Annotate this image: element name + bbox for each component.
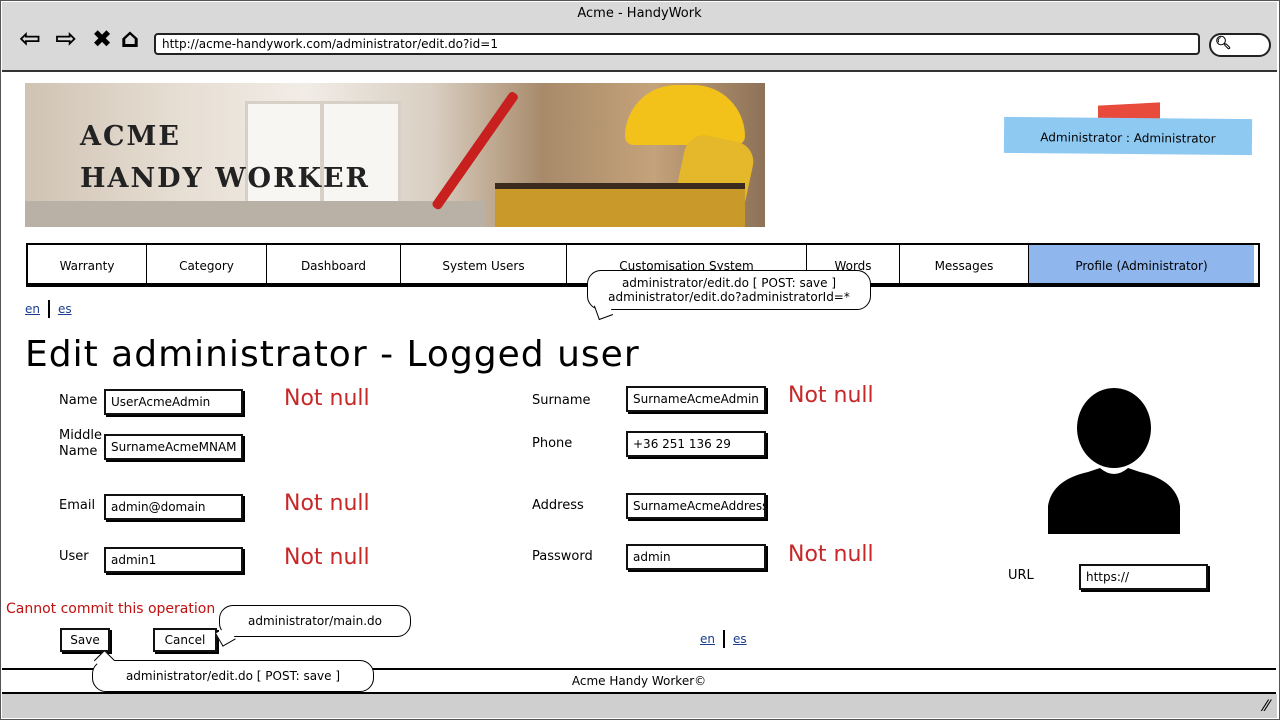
surname-label: Surname [532,393,591,408]
callout-save-note: administrator/edit.do [ POST: save ] [92,649,374,692]
window-title: Acme - HandyWork [577,6,702,21]
callout-cancel-note: administrator/main.do [215,605,411,647]
url-label: URL [1008,568,1034,583]
name-field[interactable]: UserAcmeAdmin [104,389,243,415]
callout-cancel-note-text: administrator/main.do [248,614,382,628]
banner-counter-graphic [25,201,485,227]
phone-label: Phone [532,436,573,451]
banner-toolbelt-graphic [495,183,745,227]
error-message: Cannot commit this operation [6,601,216,617]
page-title: Edit administrator - Logged user [25,334,640,375]
password-field[interactable]: admin [626,544,766,570]
password-not-null: Not null [788,542,874,567]
lang-link-es-bottom[interactable]: es [733,632,747,646]
password-label: Password [532,549,593,564]
callout-menu-note-line1: administrator/edit.do [ POST: save ] [621,276,837,290]
menu-item-dashboard[interactable]: Dashboard [267,245,401,283]
user-badge[interactable]: Administrator : Administrator [1003,116,1253,156]
home-icon[interactable]: ⌂ [114,24,146,54]
menu-item-system-users[interactable]: System Users [401,245,567,283]
user-not-null: Not null [284,545,370,570]
middle-name-label-2: Name [59,444,98,459]
brand-line-2: HANDY WORKER [80,163,370,194]
email-field[interactable]: admin@domain [104,494,243,520]
search-input[interactable]: 🔍︎ [1209,33,1271,57]
header-banner: ACME HANDY WORKER [25,83,765,227]
callout-menu-note: administrator/edit.do [ POST: save ] adm… [587,270,871,321]
url-field[interactable]: https:// [1079,564,1208,590]
avatar [1048,388,1180,534]
forward-arrow-icon[interactable]: ⇨ [50,24,82,54]
menu-item-messages[interactable]: Messages [900,245,1029,283]
address-field[interactable]: SurnameAcmeAddress [626,493,766,519]
cancel-button[interactable]: Cancel [153,628,217,652]
lang-separator-bottom [723,630,725,648]
resize-icon[interactable]: ⁄⁄ [1264,696,1269,715]
save-button[interactable]: Save [60,628,110,652]
callout-menu-note-line2: administrator/edit.do?administratorId=* [608,290,850,304]
banner-helmet-graphic [625,85,745,145]
back-arrow-icon[interactable]: ⇦ [14,24,46,54]
surname-not-null: Not null [788,383,874,408]
brand-line-1: ACME [80,121,181,152]
avatar-head [1077,388,1151,468]
user-field[interactable]: admin1 [104,547,243,573]
name-not-null: Not null [284,386,370,411]
browser-statusbar: ⁄⁄ [2,694,1277,718]
browser-titlebar: Acme - HandyWork ⇦ ⇨ ✖ ⌂ http://acme-han… [2,2,1277,72]
lang-link-en-bottom[interactable]: en [700,632,715,646]
phone-field[interactable]: +36 251 136 29 [626,431,766,457]
address-label: Address [532,498,584,513]
surname-field[interactable]: SurnameAcmeAdmin [626,386,766,412]
lang-separator [48,300,50,318]
menu-item-warranty[interactable]: Warranty [28,245,147,283]
lang-link-en[interactable]: en [25,302,40,316]
avatar-body [1048,468,1180,534]
menu-item-category[interactable]: Category [147,245,267,283]
name-label: Name [59,393,98,408]
middle-name-field[interactable]: SurnameAcmeMNAM [104,434,243,460]
lang-link-es[interactable]: es [58,302,72,316]
url-input[interactable]: http://acme-handywork.com/administrator/… [154,33,1200,55]
callout-save-note-text: administrator/edit.do [ POST: save ] [125,669,341,683]
middle-name-label-1: Middle [59,428,102,443]
user-label: User [59,549,89,564]
email-label: Email [59,498,96,513]
search-icon: 🔍︎ [1215,36,1232,51]
email-not-null: Not null [284,491,370,516]
menu-item-profile[interactable]: Profile (Administrator) [1029,245,1254,283]
